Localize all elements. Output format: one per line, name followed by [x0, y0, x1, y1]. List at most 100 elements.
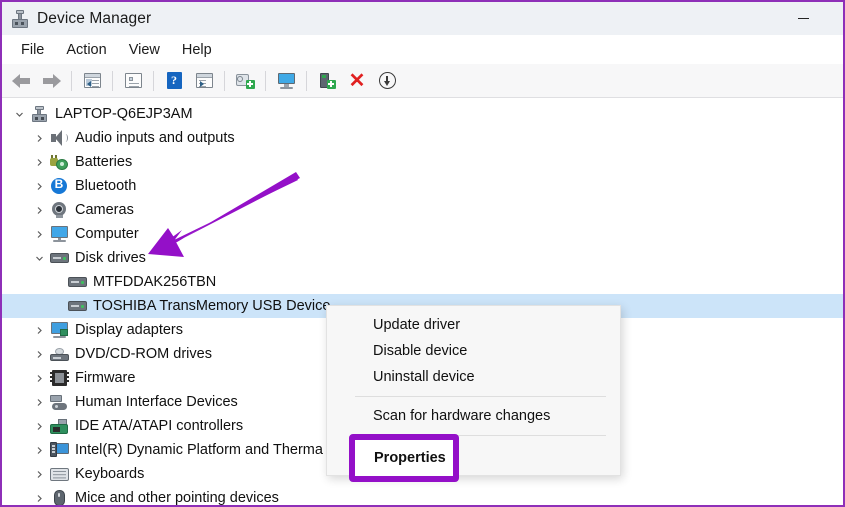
- tree-node-label: MTFDDAK256TBN: [93, 274, 217, 290]
- menu-item-view[interactable]: View: [118, 39, 171, 61]
- device-manager-window: Device Manager File Action View Help ? ✕…: [0, 0, 845, 507]
- back-button[interactable]: [7, 68, 35, 94]
- show-hide-console-tree-button[interactable]: [78, 68, 106, 94]
- scan-for-hardware-changes-button[interactable]: [272, 68, 300, 94]
- speaker-icon: [48, 126, 70, 150]
- chevron-right-icon[interactable]: [30, 318, 48, 342]
- menu-item-help[interactable]: Help: [171, 39, 223, 61]
- chevron-right-icon[interactable]: [30, 126, 48, 150]
- menu-bar: File Action View Help: [2, 35, 843, 64]
- toolbar-separator: [265, 70, 266, 91]
- device-manager-icon: [11, 9, 29, 28]
- chevron-right-icon[interactable]: [30, 390, 48, 414]
- tree-node-label: Display adapters: [75, 322, 183, 338]
- tree-node-label: Computer: [75, 226, 139, 242]
- chevron-right-icon[interactable]: [30, 174, 48, 198]
- context-menu-item-disable-device[interactable]: Disable device: [327, 338, 620, 364]
- tree-node-label: DVD/CD-ROM drives: [75, 346, 212, 362]
- forward-arrow-icon: [42, 73, 61, 88]
- context-menu-item-properties[interactable]: Properties: [349, 434, 459, 482]
- context-menu-item-scan-for-hardware-changes[interactable]: Scan for hardware changes: [327, 403, 620, 429]
- tree-node-cameras[interactable]: Cameras: [2, 198, 843, 222]
- tree-node-laptop[interactable]: LAPTOP-Q6EJP3AM: [2, 102, 843, 126]
- menu-item-action[interactable]: Action: [55, 39, 117, 61]
- disable-device-button[interactable]: [373, 68, 401, 94]
- tree-node-label: Cameras: [75, 202, 134, 218]
- show-hide-console-tree-icon: [83, 73, 101, 88]
- tree-node-label: Bluetooth: [75, 178, 137, 194]
- title-bar: Device Manager: [2, 2, 843, 35]
- battery-icon: [48, 150, 70, 174]
- mouse-icon: [48, 486, 70, 505]
- intel-platform-icon: [48, 438, 70, 462]
- action-pane-icon: [195, 73, 213, 88]
- back-arrow-icon: [11, 73, 31, 88]
- dvd-drive-icon: [48, 342, 70, 366]
- tree-node-label: Firmware: [75, 370, 136, 386]
- window-title: Device Manager: [37, 9, 152, 27]
- menu-item-file[interactable]: File: [10, 39, 55, 61]
- update-driver-button[interactable]: [231, 68, 259, 94]
- enable-device-button[interactable]: [313, 68, 341, 94]
- uninstall-device-icon: ✕: [348, 69, 366, 92]
- tree-node-label: Keyboards: [75, 466, 145, 482]
- disable-device-icon: [378, 72, 396, 89]
- chevron-right-icon[interactable]: [30, 486, 48, 505]
- disk-drive-icon: [66, 270, 88, 294]
- tree-node-label: Disk drives: [75, 250, 146, 266]
- firmware-chip-icon: [48, 366, 70, 390]
- action-pane-button[interactable]: [190, 68, 218, 94]
- chevron-right-icon[interactable]: [30, 366, 48, 390]
- computer-root-icon: [28, 102, 50, 126]
- toolbar-separator: [112, 70, 113, 91]
- help-button[interactable]: ?: [160, 68, 188, 94]
- chevron-right-icon[interactable]: [30, 414, 48, 438]
- tree-node-label: Human Interface Devices: [75, 394, 238, 410]
- forward-button[interactable]: [37, 68, 65, 94]
- chevron-right-icon[interactable]: [30, 222, 48, 246]
- human-interface-device-icon: [48, 390, 70, 414]
- keyboard-icon: [48, 462, 70, 486]
- tree-node-audio-inputs-and-outputs[interactable]: Audio inputs and outputs: [2, 126, 843, 150]
- chevron-right-icon[interactable]: [30, 198, 48, 222]
- tree-node-label: Mice and other pointing devices: [75, 490, 279, 505]
- chevron-down-icon[interactable]: [10, 102, 28, 126]
- tree-node-mice-and-other-pointing-devices[interactable]: Mice and other pointing devices: [2, 486, 843, 505]
- context-menu-separator: [355, 396, 606, 397]
- properties-icon: [124, 73, 142, 88]
- bluetooth-icon: [48, 174, 70, 198]
- chevron-right-icon[interactable]: [30, 342, 48, 366]
- tree-node-label: TOSHIBA TransMemory USB Device: [93, 298, 331, 314]
- update-driver-icon: [235, 73, 255, 89]
- context-menu-item-update-driver[interactable]: Update driver: [327, 312, 620, 338]
- minimize-button[interactable]: [783, 2, 823, 35]
- properties-button[interactable]: [119, 68, 147, 94]
- tree-node-label: Audio inputs and outputs: [75, 130, 235, 146]
- toolbar-separator: [224, 70, 225, 91]
- help-icon: ?: [166, 72, 182, 89]
- toolbar-separator: [153, 70, 154, 91]
- uninstall-device-button[interactable]: ✕: [343, 68, 371, 94]
- tree-node-bluetooth[interactable]: Bluetooth: [2, 174, 843, 198]
- chevron-right-icon[interactable]: [30, 438, 48, 462]
- minimize-icon: [797, 17, 809, 20]
- camera-icon: [48, 198, 70, 222]
- tree-node-label: Batteries: [75, 154, 133, 170]
- chevron-right-icon[interactable]: [30, 150, 48, 174]
- toolbar-separator: [306, 70, 307, 91]
- monitor-icon: [48, 222, 70, 246]
- context-menu-item-uninstall-device[interactable]: Uninstall device: [327, 364, 620, 390]
- enable-device-icon: [319, 72, 336, 89]
- tree-node-batteries[interactable]: Batteries: [2, 150, 843, 174]
- tree-node-label: Intel(R) Dynamic Platform and Therma: [75, 442, 323, 458]
- chevron-right-icon[interactable]: [30, 462, 48, 486]
- disk-drive-icon: [66, 294, 88, 318]
- ide-controller-icon: [48, 414, 70, 438]
- tree-node-label: LAPTOP-Q6EJP3AM: [55, 106, 193, 122]
- scan-for-hardware-changes-icon: [277, 72, 296, 89]
- display-adapter-icon: [48, 318, 70, 342]
- tree-node-computer[interactable]: Computer: [2, 222, 843, 246]
- tree-node-disk-drives[interactable]: Disk drives: [2, 246, 843, 270]
- chevron-down-icon[interactable]: [30, 246, 48, 270]
- tree-node-mtfddak256tbn[interactable]: MTFDDAK256TBN: [2, 270, 843, 294]
